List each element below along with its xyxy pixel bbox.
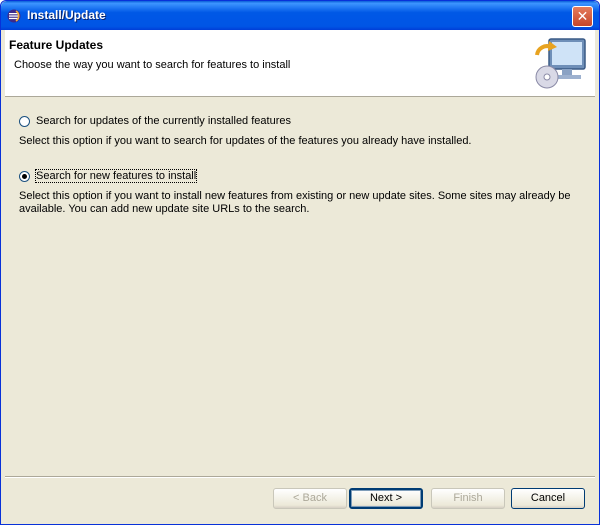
cancel-button[interactable]: Cancel xyxy=(511,488,585,509)
eclipse-app-icon xyxy=(7,9,21,23)
button-separator xyxy=(5,476,595,478)
radio-installed-updates[interactable] xyxy=(19,115,30,127)
page-description: Choose the way you want to search for fe… xyxy=(14,59,291,71)
option-installed-updates-label[interactable]: Search for updates of the currently inst… xyxy=(36,115,291,127)
back-button[interactable]: < Back xyxy=(273,488,347,509)
wizard-header: Feature Updates Choose the way you want … xyxy=(5,30,595,97)
radio-new-features[interactable] xyxy=(19,170,30,182)
option-new-features-description: Select this option if you want to instal… xyxy=(19,190,571,215)
close-icon: ✕ xyxy=(576,8,589,24)
page-title: Feature Updates xyxy=(9,38,104,52)
window-title: Install/Update xyxy=(27,8,106,22)
title-bar[interactable]: Install/Update ✕ xyxy=(1,1,599,30)
wizard-content: Search for updates of the currently inst… xyxy=(5,97,595,473)
option-new-features-label[interactable]: Search for new features to install xyxy=(34,169,198,183)
option-new-features[interactable]: Search for new features to install xyxy=(19,168,198,184)
close-button[interactable]: ✕ xyxy=(572,6,593,27)
option-installed-updates-description: Select this option if you want to search… xyxy=(19,135,472,147)
finish-button[interactable]: Finish xyxy=(431,488,505,509)
option-installed-updates[interactable]: Search for updates of the currently inst… xyxy=(19,113,291,129)
next-button[interactable]: Next > xyxy=(349,488,423,509)
install-update-dialog: Install/Update ✕ Feature Updates Choose … xyxy=(0,0,600,525)
update-monitor-icon xyxy=(535,38,586,89)
